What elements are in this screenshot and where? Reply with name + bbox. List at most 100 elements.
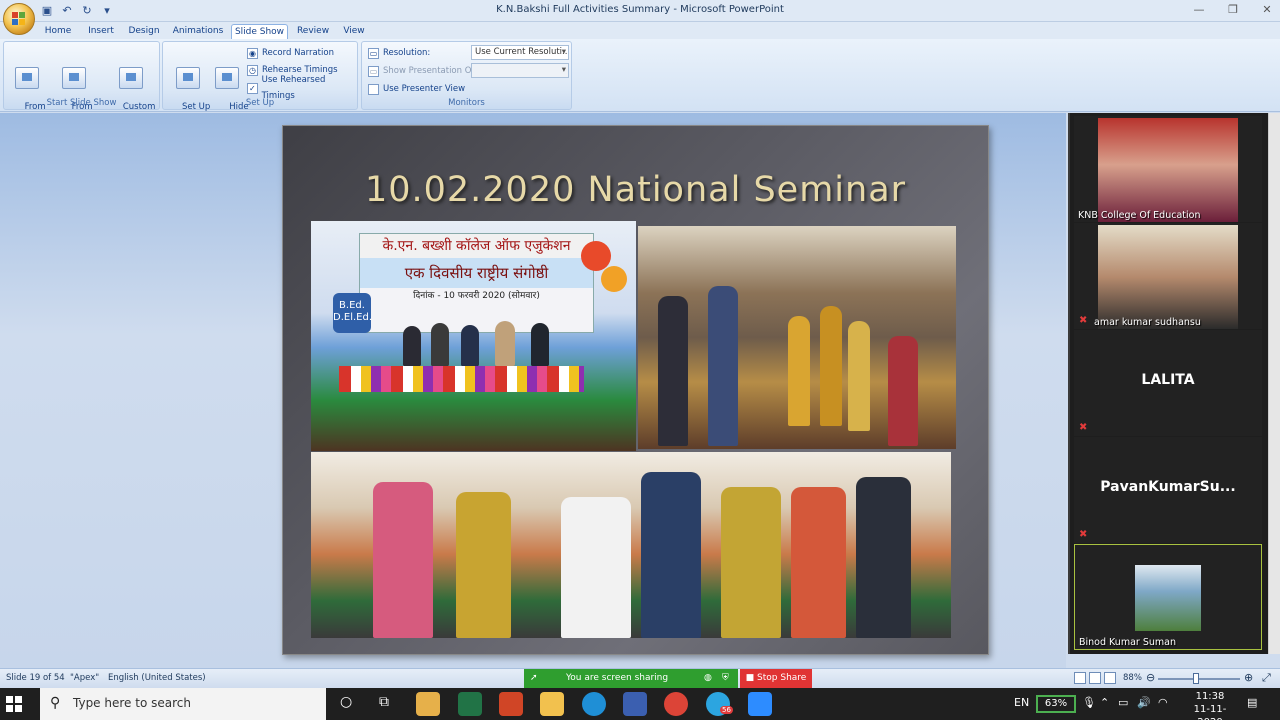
banner-college-name: के.एन. बख्शी कॉलेज ऑफ एजुकेशन xyxy=(360,234,593,258)
language-indicator[interactable]: English (United States) xyxy=(108,673,206,683)
ribbon: From Beginning From Current Slide Custom… xyxy=(0,39,1280,123)
share-arrow-icon: ➚ xyxy=(530,673,538,683)
cortana-icon[interactable]: ○ xyxy=(340,694,352,710)
participant-tile[interactable]: LALITA ✖ xyxy=(1074,330,1262,436)
use-presenter-view-checkbox[interactable]: Use Presenter View xyxy=(368,81,465,97)
slide-sorter-icon[interactable] xyxy=(1089,672,1101,684)
checkbox-checked-icon[interactable]: ✓ xyxy=(247,82,258,94)
edge-icon[interactable] xyxy=(582,692,606,716)
participant-video xyxy=(1135,565,1201,631)
tab-view[interactable]: View xyxy=(338,24,370,39)
zoom-slider[interactable] xyxy=(1158,678,1240,680)
ribbon-tabs: Home Insert Design Animations Slide Show… xyxy=(0,22,1280,39)
banner-date: दिनांक - 10 फरवरी 2020 (सोमवार) xyxy=(413,291,540,301)
participant-tile[interactable]: PavanKumarSu... ✖ xyxy=(1074,437,1262,543)
group-label: Set Up xyxy=(245,98,275,108)
microphone-icon: ◉ xyxy=(247,47,258,59)
tab-design[interactable]: Design xyxy=(124,24,164,39)
participant-name: Binod Kumar Suman xyxy=(1079,637,1176,648)
checkbox-unchecked-icon[interactable] xyxy=(368,83,379,95)
input-language[interactable]: EN xyxy=(1014,696,1029,709)
record-narration-label: Record Narration xyxy=(262,48,334,58)
group-photo[interactable] xyxy=(311,452,951,638)
stop-square-icon: ■ xyxy=(745,673,755,683)
app-icon[interactable] xyxy=(623,692,647,716)
banner-seminar-title: एक दिवसीय राष्ट्रीय संगोष्ठी xyxy=(360,258,593,288)
zoom-slider-thumb[interactable] xyxy=(1193,673,1199,684)
close-icon[interactable]: ✕ xyxy=(1260,2,1274,18)
powerpoint-icon[interactable] xyxy=(499,692,523,716)
tab-insert[interactable]: Insert xyxy=(82,24,120,39)
minimize-icon[interactable]: — xyxy=(1192,2,1206,18)
screen-sharing-bar[interactable]: ➚ You are screen sharing ◍ ⛨ xyxy=(524,669,738,688)
participant-name-large: PavanKumarSu... xyxy=(1100,479,1236,495)
use-rehearsed-timings-checkbox[interactable]: ✓ Use Rehearsed Timings xyxy=(247,75,357,101)
dancer-figure xyxy=(820,306,842,426)
microphone-icon[interactable]: 🎙 xyxy=(1082,696,1096,709)
flower-garland xyxy=(339,366,584,392)
excel-icon[interactable] xyxy=(458,692,482,716)
setup-show-icon xyxy=(176,67,200,89)
chrome-icon[interactable] xyxy=(664,692,688,716)
theme-name[interactable]: "Apex" xyxy=(70,673,99,683)
tab-review[interactable]: Review xyxy=(292,24,334,39)
tab-slide-show[interactable]: Slide Show xyxy=(231,24,288,39)
taskbar-clock[interactable]: 11:38 11-11-2020 xyxy=(1182,690,1238,720)
group-label: Monitors xyxy=(448,98,485,108)
mic-muted-icon: ✖ xyxy=(1079,315,1088,326)
procession-photo[interactable] xyxy=(638,226,956,449)
slide-title[interactable]: 10.02.2020 National Seminar xyxy=(283,170,988,210)
search-icon: ⚲ xyxy=(50,695,61,711)
seminar-stage-photo[interactable]: के.एन. बख्शी कॉलेज ऑफ एजुकेशन एक दिवसीय … xyxy=(311,221,636,451)
seminar-banner: के.एन. बख्शी कॉलेज ऑफ एजुकेशन एक दिवसीय … xyxy=(359,233,594,333)
participant-name-large: LALITA xyxy=(1141,372,1195,388)
notifications-icon[interactable]: ▤ xyxy=(1247,696,1257,709)
restore-icon[interactable]: ❐ xyxy=(1226,2,1240,18)
record-narration-button[interactable]: ◉ Record Narration xyxy=(247,45,334,61)
taskbar-search-box[interactable]: ⚲ Type here to search xyxy=(40,688,326,720)
battery-indicator[interactable]: 63% xyxy=(1036,695,1076,713)
participant-tile[interactable]: KNB College Of Education xyxy=(1074,116,1262,222)
windows-taskbar: ⚲ Type here to search ○ ⧉ 56 EN 63% 🎙 ⌃ … xyxy=(0,688,1280,720)
mic-muted-icon: ✖ xyxy=(1079,529,1088,540)
tab-animations[interactable]: Animations xyxy=(170,24,226,39)
participant-tile-active[interactable]: Binod Kumar Suman xyxy=(1074,544,1262,650)
file-explorer-icon[interactable] xyxy=(540,692,564,716)
zoom-out-icon[interactable]: ⊖ xyxy=(1146,671,1155,684)
play-from-current-icon xyxy=(62,67,86,89)
windows-start-icon[interactable] xyxy=(6,696,22,712)
participant-name: amar kumar sudhansu xyxy=(1094,317,1201,328)
vertical-scrollbar[interactable] xyxy=(1268,113,1280,654)
dancer-figure xyxy=(888,336,918,446)
balloon-decoration xyxy=(601,266,627,292)
pause-icon[interactable]: ◍ xyxy=(704,669,712,688)
fit-to-window-icon[interactable]: ⤢ xyxy=(1262,671,1271,685)
telegram-icon[interactable]: 56 xyxy=(706,692,733,716)
volume-icon[interactable]: 🔊 xyxy=(1137,696,1151,709)
zoom-app-icon[interactable] xyxy=(748,692,772,716)
resolution-select[interactable]: Use Current Resoluti... xyxy=(471,45,569,60)
show-on-select[interactable] xyxy=(471,63,569,78)
zoom-level[interactable]: 88% xyxy=(1123,673,1142,683)
tab-home[interactable]: Home xyxy=(38,24,78,39)
slide-counter: Slide 19 of 54 xyxy=(6,673,65,683)
slide-show-view-icon[interactable] xyxy=(1104,672,1116,684)
stop-share-button[interactable]: ■ Stop Share xyxy=(740,669,812,688)
normal-view-icon[interactable] xyxy=(1074,672,1086,684)
office-button[interactable] xyxy=(3,3,35,35)
task-view-icon[interactable]: ⧉ xyxy=(379,694,389,710)
crowd-figure xyxy=(658,296,688,446)
participant-tile[interactable]: ✖ amar kumar sudhansu xyxy=(1074,223,1262,329)
notification-badge: 56 xyxy=(720,706,733,714)
microsoft-store-icon[interactable] xyxy=(416,692,440,716)
current-slide[interactable]: 10.02.2020 National Seminar के.एन. बख्शी… xyxy=(282,125,989,655)
display-icon[interactable]: ▭ xyxy=(1118,696,1128,709)
chevron-up-icon[interactable]: ⌃ xyxy=(1100,696,1109,709)
group-monitors: ▭ Resolution: Use Current Resoluti... ▭ … xyxy=(361,41,572,110)
zoom-in-icon[interactable]: ⊕ xyxy=(1244,671,1253,684)
guest-figure xyxy=(431,323,449,366)
wifi-icon[interactable]: ◠ xyxy=(1158,696,1168,709)
title-bar: ▣ ↶ ↻ ▾ K.N.Bakshi Full Activities Summa… xyxy=(0,0,1280,22)
participant-video xyxy=(1098,225,1238,329)
window-title: K.N.Bakshi Full Activities Summary - Mic… xyxy=(496,4,784,15)
